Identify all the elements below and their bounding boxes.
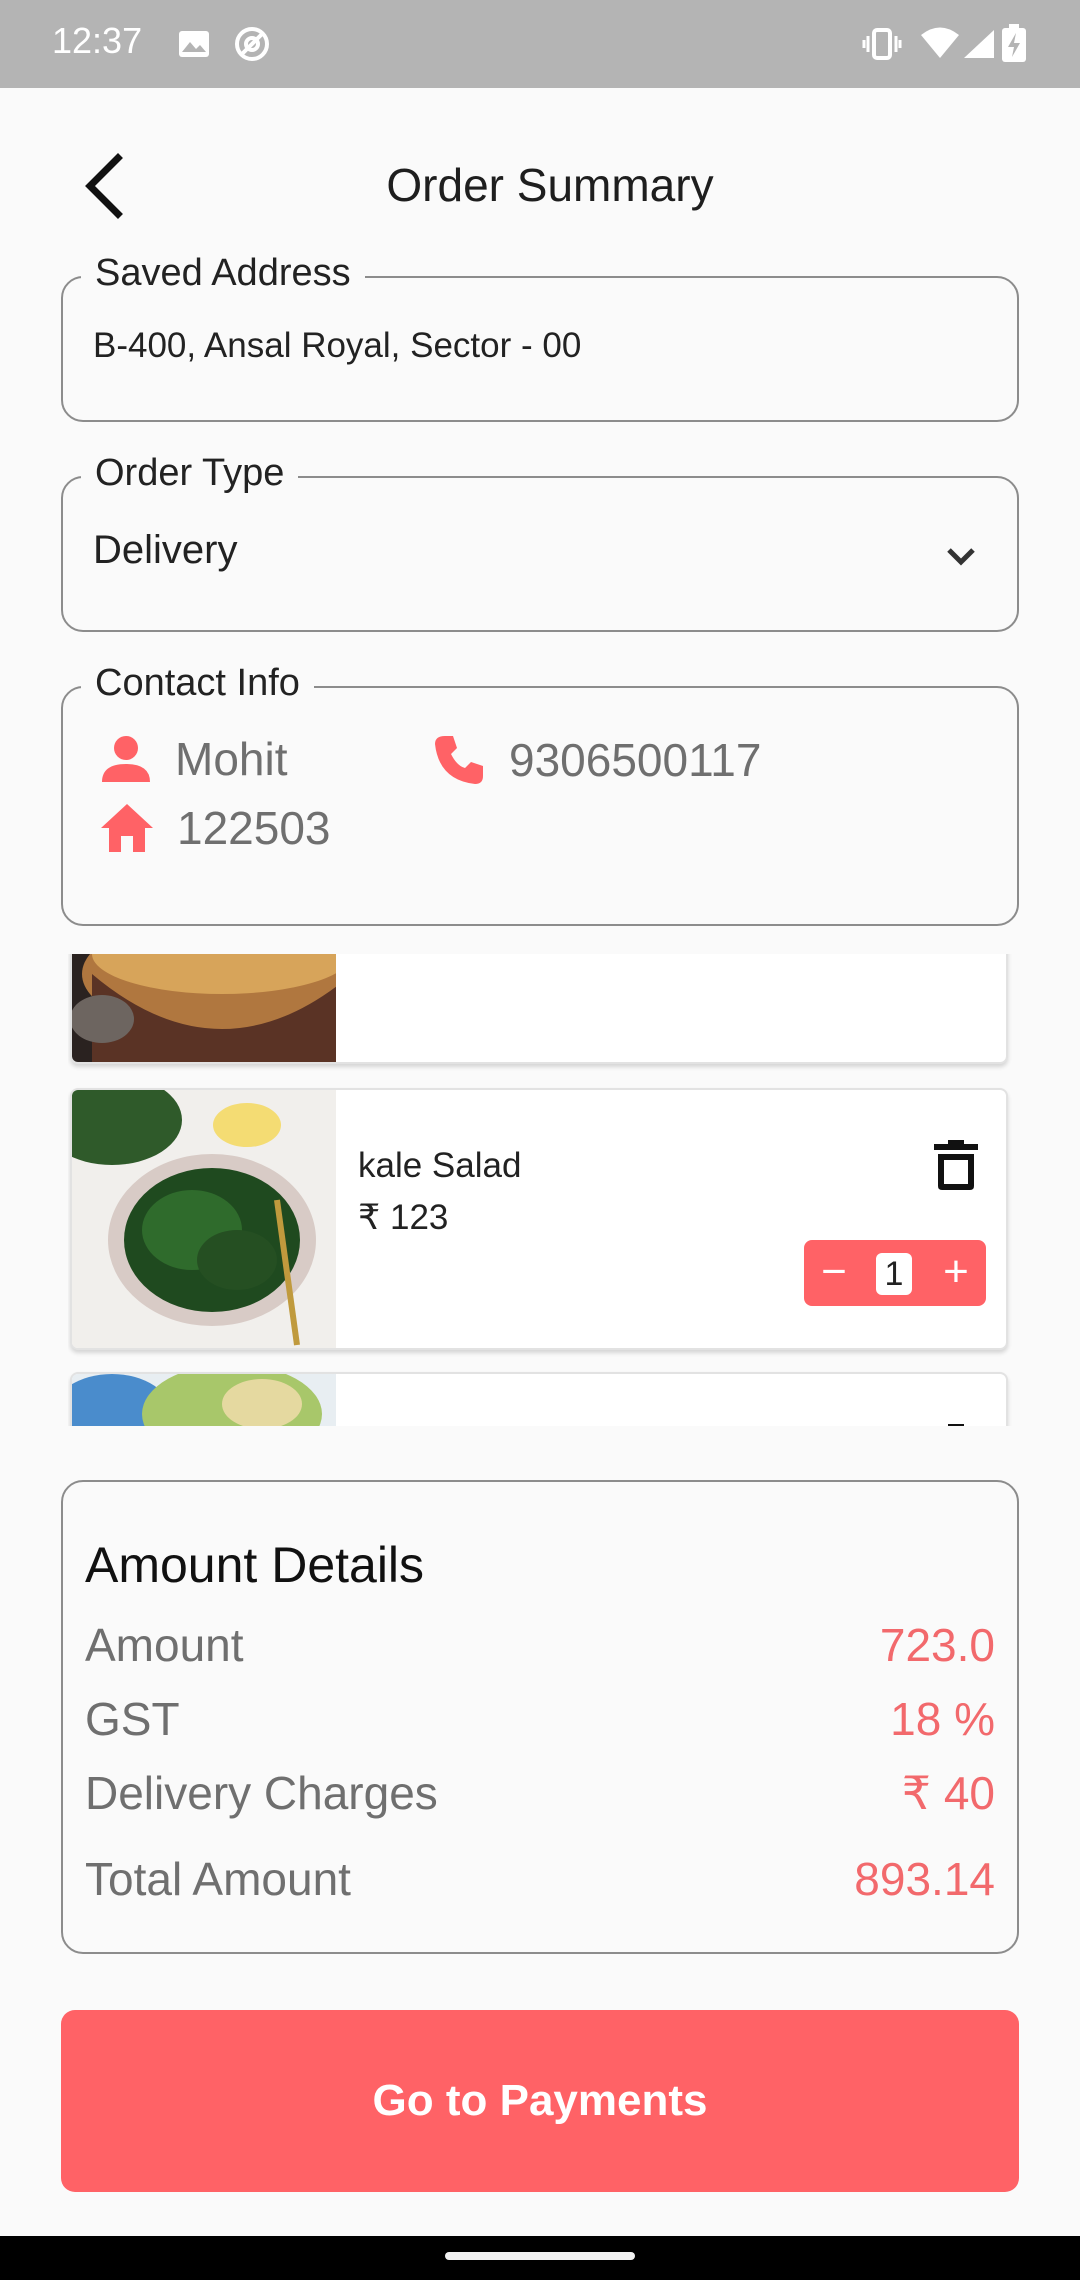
gst-value: 18 %: [890, 1693, 995, 1745]
delete-icon[interactable]: [932, 1422, 980, 1426]
sync-notification-icon: [235, 27, 269, 61]
vibrate-icon: [862, 28, 902, 60]
dish-image: [72, 1374, 336, 1426]
cart-item-list[interactable]: − 2 + kale Salad ₹ 123 − 1 +: [68, 954, 1012, 1426]
total-amount-label: Total Amount: [85, 1853, 351, 1905]
quantity-value: 1: [876, 1253, 912, 1295]
delete-icon[interactable]: [932, 1138, 980, 1192]
dish-price: ₹ 123: [358, 1198, 449, 1237]
amount-details-title: Amount Details: [85, 1537, 425, 1593]
amount-label: Amount: [85, 1619, 244, 1671]
increase-quantity-button[interactable]: +: [926, 1240, 986, 1306]
contact-name-row: Mohit: [99, 732, 287, 786]
home-icon: [101, 804, 153, 852]
contact-pincode: 122503: [177, 802, 331, 854]
contact-pincode-row: 122503: [99, 800, 331, 856]
cart-item-card: kale Salad ₹ 123 − 1 +: [70, 1088, 1008, 1350]
contact-info-box: Contact Info Mohit 9306500117 122503: [61, 662, 1019, 926]
status-bar: 12:37: [0, 0, 1080, 88]
contact-info-legend: Contact Info: [81, 662, 314, 705]
order-type-dropdown[interactable]: Order Type Delivery: [61, 452, 1019, 632]
amount-value: 723.0: [879, 1619, 995, 1671]
image-notification-icon: [179, 31, 209, 57]
go-to-payments-button[interactable]: Go to Payments: [61, 2010, 1019, 2192]
dish-image: [72, 954, 336, 1062]
contact-phone: 9306500117: [509, 734, 762, 786]
wifi-icon: [921, 27, 959, 58]
saved-address-field[interactable]: Saved Address B-400, Ansal Royal, Sector…: [61, 252, 1019, 422]
home-gesture-handle[interactable]: [445, 2252, 635, 2260]
status-time: 12:37: [52, 20, 143, 61]
saved-address-legend: Saved Address: [81, 252, 365, 295]
amount-details-box: Amount Details Amount 723.0 GST 18 % Del…: [61, 1480, 1019, 1954]
decrease-quantity-button[interactable]: −: [804, 1240, 864, 1306]
chevron-down-icon: [947, 548, 975, 566]
gst-label: GST: [85, 1693, 180, 1745]
saved-address-value: B-400, Ansal Royal, Sector - 00: [93, 326, 582, 365]
dish-name: kale Salad: [358, 1146, 522, 1185]
order-type-value: Delivery: [93, 528, 238, 572]
cart-item-card: [70, 1372, 1008, 1426]
person-icon: [102, 736, 150, 782]
cart-item-card: − 2 +: [70, 954, 1008, 1064]
cell-signal-icon: [964, 30, 994, 58]
total-amount-value: 893.14: [854, 1853, 995, 1905]
delivery-charges-value: ₹ 40: [901, 1767, 995, 1819]
contact-phone-row: 9306500117: [431, 732, 761, 788]
dish-image: [72, 1090, 336, 1348]
page-title: Order Summary: [386, 159, 714, 211]
contact-name: Mohit: [175, 733, 288, 785]
phone-icon: [435, 736, 483, 784]
delivery-charges-label: Delivery Charges: [85, 1767, 438, 1819]
order-type-legend: Order Type: [81, 452, 299, 495]
system-navigation-bar: [0, 2236, 1080, 2280]
battery-charging-icon: [1002, 24, 1026, 62]
quantity-stepper[interactable]: − 1 +: [804, 1240, 986, 1306]
